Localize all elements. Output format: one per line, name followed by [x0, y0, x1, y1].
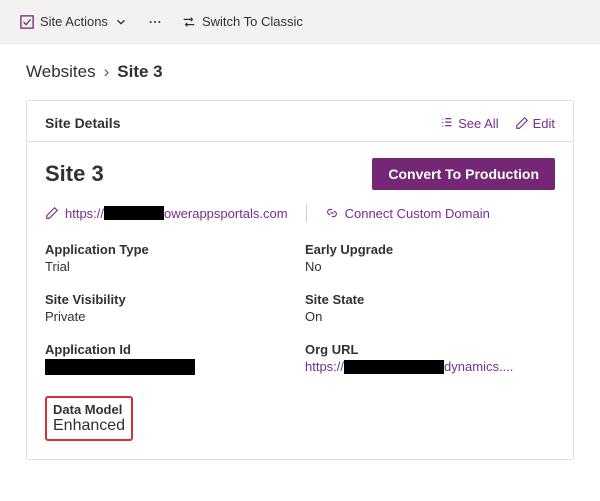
breadcrumb-root[interactable]: Websites — [26, 62, 96, 82]
site-actions-menu[interactable]: Site Actions — [20, 14, 128, 29]
redacted-segment — [344, 360, 444, 374]
switch-to-classic-label: Switch To Classic — [202, 14, 303, 29]
see-all-label: See All — [458, 116, 498, 131]
field-early-upgrade: Early Upgrade No — [305, 242, 555, 274]
url-row: https://owerappsportals.com Connect Cust… — [45, 204, 555, 222]
site-url: https://owerappsportals.com — [65, 206, 288, 221]
field-value[interactable]: https://dynamics.... — [305, 359, 555, 374]
field-value: Private — [45, 309, 295, 324]
field-value: No — [305, 259, 555, 274]
edit-button[interactable]: Edit — [515, 116, 555, 131]
card-body: Site 3 Convert To Production https://owe… — [27, 142, 573, 459]
see-all-button[interactable]: See All — [440, 116, 498, 131]
more-actions-button[interactable] — [148, 15, 162, 29]
field-application-id: Application Id — [45, 342, 295, 378]
link-icon — [325, 206, 339, 220]
pencil-icon — [515, 116, 529, 130]
breadcrumb-current: Site 3 — [117, 62, 162, 82]
breadcrumb: Websites › Site 3 — [0, 44, 600, 92]
chevron-down-icon — [114, 15, 128, 29]
highlight-box: Data Model Enhanced — [45, 396, 133, 441]
field-value — [45, 359, 295, 378]
list-icon — [440, 116, 454, 130]
field-application-type: Application Type Trial — [45, 242, 295, 274]
field-label: Application Id — [45, 342, 295, 357]
redacted-segment — [104, 206, 164, 220]
field-site-visibility: Site Visibility Private — [45, 292, 295, 324]
card-header-actions: See All Edit — [440, 116, 555, 131]
field-label: Site State — [305, 292, 555, 307]
edit-site-url-button[interactable]: https://owerappsportals.com — [45, 206, 288, 221]
field-data-model: Data Model Enhanced — [45, 396, 295, 441]
chevron-right-icon: › — [104, 62, 110, 82]
swap-icon — [182, 15, 196, 29]
field-value: On — [305, 309, 555, 324]
field-label: Site Visibility — [45, 292, 295, 307]
checkbox-checked-icon — [20, 15, 34, 29]
field-label: Org URL — [305, 342, 555, 357]
site-actions-label: Site Actions — [40, 14, 108, 29]
card-title: Site Details — [45, 115, 120, 131]
pencil-icon — [45, 206, 59, 220]
field-org-url: Org URL https://dynamics.... — [305, 342, 555, 378]
divider — [306, 204, 307, 222]
redacted-segment — [45, 359, 195, 375]
details-grid: Application Type Trial Early Upgrade No … — [45, 242, 555, 441]
connect-custom-domain-button[interactable]: Connect Custom Domain — [325, 206, 490, 221]
edit-label: Edit — [533, 116, 555, 131]
ellipsis-icon — [148, 15, 162, 29]
field-label: Early Upgrade — [305, 242, 555, 257]
site-details-card: Site Details See All Edit Site 3 Convert… — [26, 100, 574, 460]
title-row: Site 3 Convert To Production — [45, 158, 555, 190]
field-label: Application Type — [45, 242, 295, 257]
site-name: Site 3 — [45, 161, 104, 187]
switch-to-classic-button[interactable]: Switch To Classic — [182, 14, 303, 29]
field-label: Data Model — [53, 402, 125, 417]
convert-to-production-button[interactable]: Convert To Production — [372, 158, 555, 190]
command-bar: Site Actions Switch To Classic — [0, 0, 600, 44]
field-value: Trial — [45, 259, 295, 274]
card-header: Site Details See All Edit — [27, 101, 573, 142]
field-value: Enhanced — [53, 417, 125, 435]
connect-custom-domain-label: Connect Custom Domain — [345, 206, 490, 221]
field-site-state: Site State On — [305, 292, 555, 324]
